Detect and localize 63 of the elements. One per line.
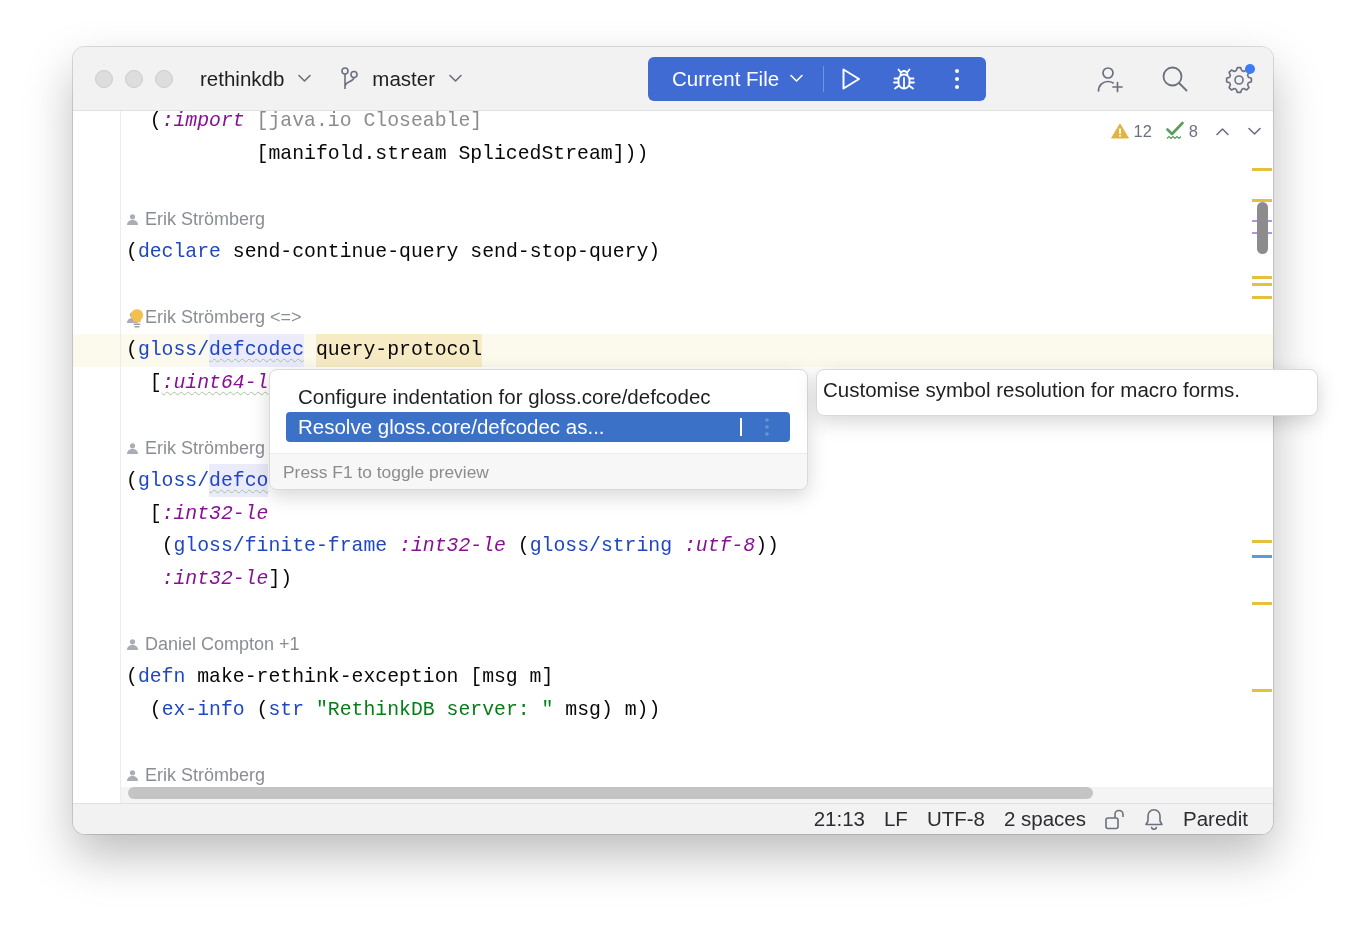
error-stripe-marker	[1252, 602, 1272, 605]
check-icon	[1164, 121, 1185, 141]
project-dropdown[interactable]: rethinkdb	[200, 66, 312, 91]
person-icon	[127, 638, 138, 650]
documentation-popup: Customise symbol resolution for macro forms.	[816, 369, 1318, 416]
status-bar-item[interactable]: Paredit	[1183, 807, 1248, 831]
author-hint: Erik Strömberg	[145, 438, 266, 459]
author-hint: Erik Strömberg <=>	[145, 307, 302, 328]
error-stripe-marker	[1252, 296, 1272, 299]
check-counter[interactable]: 8	[1164, 120, 1198, 142]
chevron-up-icon[interactable]	[1216, 126, 1229, 136]
search-icon	[1162, 65, 1188, 92]
code-line: (gloss/defco	[126, 467, 269, 494]
code-line: [:uint64-l	[149, 370, 269, 396]
status-bar-item[interactable]: 21:13	[813, 807, 865, 831]
person-icon	[127, 442, 138, 454]
author-hint: Erik Strömberg	[145, 209, 266, 230]
status-bar-item[interactable]: LF	[883, 807, 908, 831]
lightbulb-icon[interactable]	[130, 308, 144, 329]
error-stripe-marker	[1252, 283, 1272, 286]
status-bar-item[interactable]: UTF-8	[926, 807, 985, 831]
error-stripe-marker	[1252, 555, 1272, 558]
error-stripe-marker	[1252, 168, 1272, 171]
popup-footer-hint: Press F1 to toggle preview	[283, 461, 489, 482]
branch-icon	[341, 67, 359, 90]
chevron-down-icon[interactable]	[1248, 126, 1261, 136]
code-line: :int32-le])	[161, 566, 293, 592]
add-user-icon	[1096, 64, 1124, 93]
chevron-down-icon	[449, 74, 462, 83]
chevron-down-icon	[790, 74, 804, 83]
error-stripe-marker	[1252, 689, 1272, 692]
person-icon	[127, 213, 138, 225]
error-stripe-marker	[1252, 199, 1272, 202]
code-line: (ex-info (str "RethinkDB server: " msg) m))	[149, 697, 661, 723]
code-line: (declare send-continue-query send-stop-query)	[126, 240, 661, 266]
padlock-icon[interactable]	[1105, 808, 1126, 830]
author-hint: Daniel Compton +1	[145, 634, 300, 655]
author-hint: Erik Strömberg	[145, 765, 266, 786]
scrollbar-thumb[interactable]	[1257, 202, 1268, 254]
code-line: (:import [java.io Closeable]	[149, 111, 483, 135]
code-line: (gloss/defcodec query-protocol	[126, 337, 483, 364]
play-icon	[841, 66, 862, 91]
bell-icon[interactable]	[1144, 808, 1165, 830]
code-line: [manifold.stream SplicedStream]))	[256, 142, 649, 168]
status-bar-item[interactable]: 2 spaces	[1003, 807, 1087, 831]
popup-menu-item[interactable]: Resolve gloss.core/defcodec as...	[286, 412, 790, 442]
vertical-dots-icon[interactable]	[765, 418, 769, 436]
error-stripe-marker	[1252, 276, 1272, 279]
person-icon	[127, 769, 138, 781]
warning-counter[interactable]: 12	[1111, 120, 1152, 142]
popup-menu-item[interactable]: Configure indentation for gloss.core/defcodec	[286, 382, 790, 412]
branch-dropdown[interactable]: master	[341, 66, 462, 91]
code-line: (defn make-rethink-exception [msg m]	[126, 665, 554, 691]
run-configuration-dropdown[interactable]: Current File	[648, 56, 824, 101]
bug-icon	[892, 66, 917, 91]
settings-icon	[1224, 63, 1256, 94]
vertical-dots-icon	[955, 68, 960, 89]
scrollbar-thumb[interactable]	[128, 787, 1093, 799]
code-line: [:int32-le	[149, 501, 269, 527]
code-line: (gloss/finite-frame :int32-le (gloss/string :utf-8))	[161, 534, 779, 560]
warning-icon	[1111, 123, 1130, 139]
error-stripe-marker	[1252, 540, 1272, 543]
chevron-down-icon	[298, 74, 312, 83]
